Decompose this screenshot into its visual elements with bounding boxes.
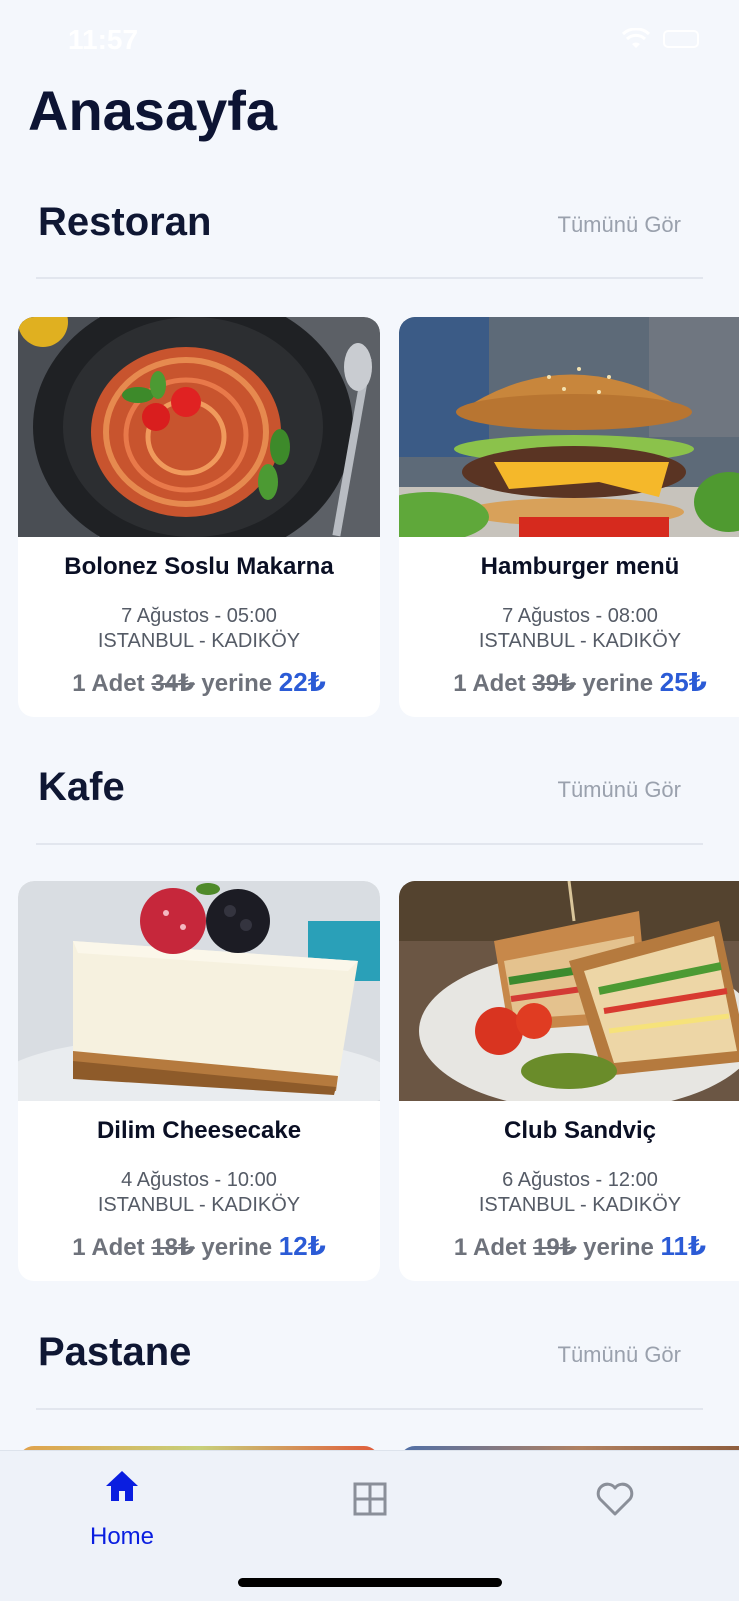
wifi-icon [621, 28, 651, 48]
card-date: 4 Ağustos - 10:00 [121, 1169, 277, 1191]
card-price: 1 Adet 18₺ yerine 12₺ [18, 1231, 380, 1262]
card-title: Hamburger menü [480, 553, 680, 580]
cheesecake-photo [18, 881, 380, 1101]
product-card[interactable]: Bolonez Soslu Makarna 7 Ağustos - 05:00 … [18, 317, 380, 717]
card-title: Club Sandviç [503, 1117, 657, 1144]
divider [36, 1408, 703, 1410]
see-all-link[interactable]: Tümünü Gör [558, 212, 682, 238]
product-card[interactable]: Dilim Cheesecake 4 Ağustos - 10:00 ISTAN… [18, 881, 380, 1281]
new-price: 11₺ [660, 1231, 707, 1261]
status-bar: 11:57 [0, 0, 739, 80]
divider [36, 843, 703, 845]
card-row-restoran[interactable]: Bolonez Soslu Makarna 7 Ağustos - 05:00 … [0, 317, 739, 717]
see-all-link[interactable]: Tümünü Gör [558, 777, 682, 803]
grid-icon [353, 1482, 387, 1516]
section-title: Kafe [38, 765, 125, 809]
price-connector: yerine [583, 1234, 654, 1261]
quantity-label: 1 Adet [453, 670, 526, 697]
heart-icon [596, 1482, 634, 1516]
card-location: ISTANBUL - KADIKÖY [478, 630, 682, 652]
card-location: ISTANBUL - KADIKÖY [97, 1194, 301, 1216]
old-price: 39₺ [532, 670, 576, 697]
battery-icon [663, 30, 699, 48]
tab-home[interactable]: Home [62, 1451, 182, 1561]
product-card[interactable]: Hamburger menü 7 Ağustos - 08:00 ISTANBU… [399, 317, 739, 717]
new-price: 22₺ [278, 667, 326, 697]
price-connector: yerine [582, 670, 654, 697]
new-price: 12₺ [278, 1231, 326, 1261]
quantity-label: 1 Adet [72, 670, 145, 697]
price-connector: yerine [201, 1234, 273, 1261]
new-price: 25₺ [659, 667, 707, 697]
card-date: 6 Ağustos - 12:00 [502, 1169, 658, 1191]
see-all-link[interactable]: Tümünü Gör [558, 1342, 682, 1368]
home-indicator [238, 1578, 502, 1587]
tab-favorites[interactable] [555, 1451, 675, 1561]
section-title: Restoran [38, 200, 212, 244]
card-row-kafe[interactable]: Dilim Cheesecake 4 Ağustos - 10:00 ISTAN… [0, 881, 739, 1281]
sandwich-photo [399, 881, 739, 1101]
price-connector: yerine [201, 670, 273, 697]
section-title: Pastane [38, 1330, 192, 1374]
old-price: 18₺ [151, 1234, 195, 1261]
card-price: 1 Adet 39₺ yerine 25₺ [399, 667, 739, 698]
spaghetti-photo [18, 317, 380, 537]
tab-label: Home [89, 1523, 155, 1550]
card-date: 7 Ağustos - 08:00 [502, 605, 658, 627]
card-location: ISTANBUL - KADIKÖY [478, 1194, 682, 1216]
card-price: 1 Adet 34₺ yerine 22₺ [18, 667, 380, 698]
home-icon [106, 1471, 138, 1501]
old-price: 19₺ [533, 1234, 577, 1261]
status-time: 11:57 [68, 24, 139, 55]
quantity-label: 1 Adet [453, 1234, 527, 1261]
page-title: Anasayfa [28, 79, 278, 142]
card-date: 7 Ağustos - 05:00 [121, 605, 277, 627]
old-price: 34₺ [151, 670, 195, 697]
status-icons [621, 28, 699, 50]
card-price: 1 Adet 19₺ yerine 11₺ [399, 1231, 739, 1262]
product-card[interactable]: Club Sandviç 6 Ağustos - 12:00 ISTANBUL … [399, 881, 739, 1281]
card-location: ISTANBUL - KADIKÖY [97, 630, 301, 652]
tab-categories[interactable] [310, 1451, 430, 1561]
card-title: Dilim Cheesecake [96, 1117, 302, 1144]
quantity-label: 1 Adet [72, 1234, 145, 1261]
card-title: Bolonez Soslu Makarna [64, 553, 334, 580]
hamburger-photo [399, 317, 739, 537]
divider [36, 277, 703, 279]
